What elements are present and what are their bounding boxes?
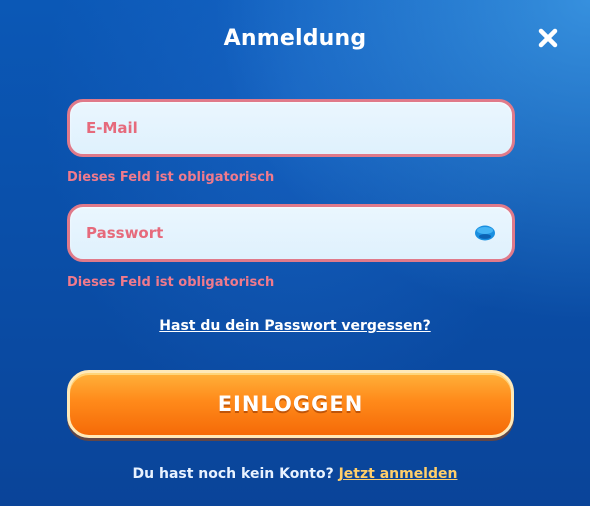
signup-row: Du hast noch kein Konto? Jetzt anmelden xyxy=(0,466,590,482)
login-dialog: Anmeldung Dieses Feld ist obligatorisch … xyxy=(0,0,590,506)
eye-icon xyxy=(475,225,495,241)
forgot-password-link[interactable]: Hast du dein Passwort vergessen? xyxy=(159,318,430,334)
show-password-toggle[interactable] xyxy=(474,224,496,242)
email-error-message: Dieses Feld ist obligatorisch xyxy=(67,170,275,185)
password-error-message: Dieses Feld ist obligatorisch xyxy=(67,275,275,290)
close-icon xyxy=(538,28,558,48)
email-field-container xyxy=(67,99,515,157)
email-input[interactable] xyxy=(86,102,466,154)
signup-link[interactable]: Jetzt anmelden xyxy=(339,466,458,482)
login-button[interactable]: EINLOGGEN xyxy=(67,370,514,438)
password-input[interactable] xyxy=(86,207,466,259)
password-field-container xyxy=(67,204,515,262)
forgot-password-row: Hast du dein Passwort vergessen? xyxy=(0,315,590,334)
dialog-title: Anmeldung xyxy=(223,26,367,51)
close-button[interactable] xyxy=(536,26,560,50)
signup-prompt: Du hast noch kein Konto? xyxy=(132,466,339,482)
